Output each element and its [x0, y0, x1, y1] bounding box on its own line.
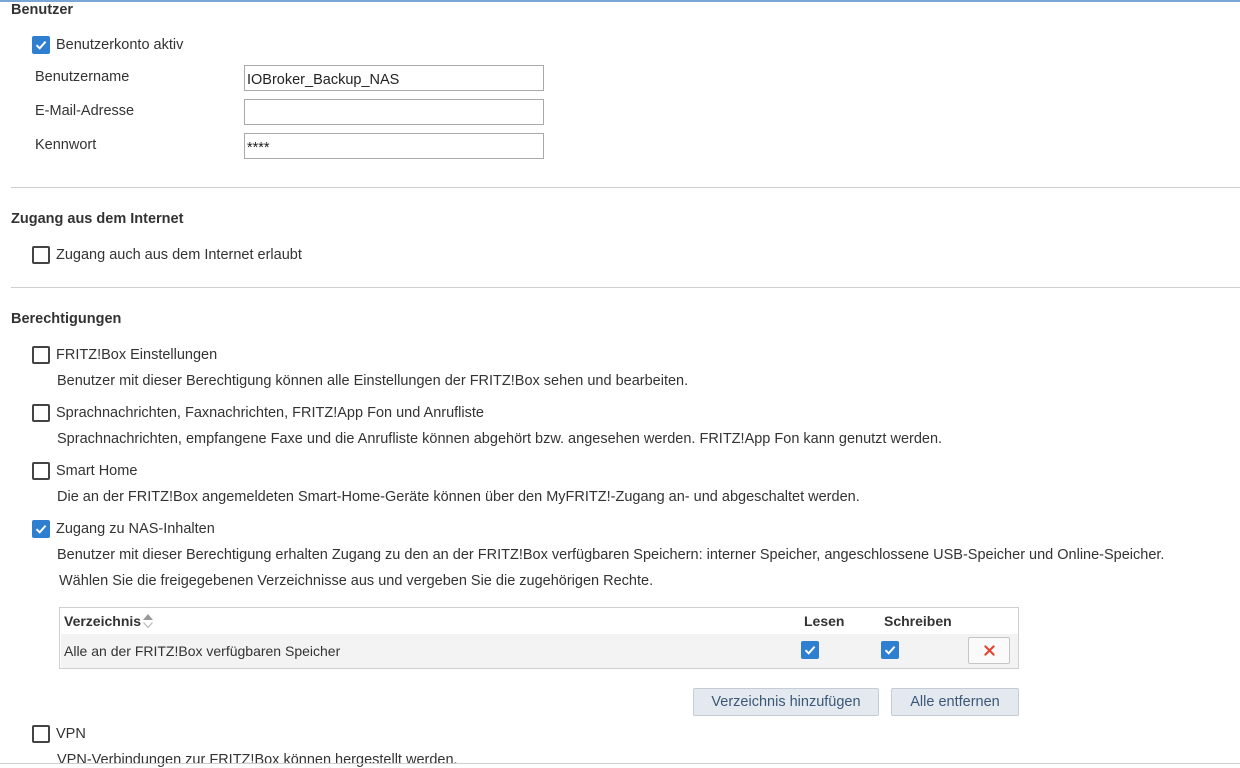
section-title-user: Benutzer: [11, 2, 74, 18]
read-permission-checkbox[interactable]: [801, 641, 819, 659]
column-header-read: Lesen: [804, 613, 845, 629]
permission-label: VPN: [56, 726, 86, 742]
write-permission-checkbox[interactable]: [881, 641, 899, 659]
close-icon: [984, 645, 995, 656]
divider: [11, 187, 1240, 188]
divider: [11, 287, 1240, 288]
permission-checkbox-smart-home[interactable]: [32, 462, 50, 480]
permission-checkbox-fritzbox-settings[interactable]: [32, 346, 50, 364]
internet-access-checkbox[interactable]: [32, 246, 50, 264]
username-label: Benutzername: [35, 69, 130, 85]
section-title-internet: Zugang aus dem Internet: [11, 211, 184, 227]
sort-icon[interactable]: [142, 612, 154, 630]
permission-checkbox-voice-messages[interactable]: [32, 404, 50, 422]
permission-description: VPN-Verbindungen zur FRITZ!Box können he…: [57, 752, 458, 768]
password-field[interactable]: [244, 133, 544, 159]
column-header-write: Schreiben: [884, 613, 952, 629]
directory-cell: Alle an der FRITZ!Box verfügbaren Speich…: [64, 643, 341, 659]
checkmark-icon: [884, 645, 896, 655]
account-active-checkbox[interactable]: [32, 36, 50, 54]
checkmark-icon: [35, 524, 47, 534]
permission-description: Die an der FRITZ!Box angemeldeten Smart-…: [57, 489, 860, 505]
email-field[interactable]: [244, 99, 544, 125]
permission-checkbox-vpn[interactable]: [32, 725, 50, 743]
permission-description: Benutzer mit dieser Berechtigung können …: [57, 373, 689, 389]
delete-directory-button[interactable]: [968, 637, 1010, 664]
permission-description: Sprachnachrichten, empfangene Faxe und d…: [57, 431, 943, 447]
permission-label: Smart Home: [56, 463, 138, 479]
email-label: E-Mail-Adresse: [35, 103, 135, 119]
column-header-directory[interactable]: Verzeichnis: [64, 613, 141, 629]
permission-label: Zugang zu NAS-Inhalten: [56, 521, 215, 537]
top-accent-line: [0, 0, 1240, 2]
permission-label: FRITZ!Box Einstellungen: [56, 347, 218, 363]
permission-description-secondary: Wählen Sie die freigegebenen Verzeichnis…: [59, 573, 654, 589]
checkmark-icon: [804, 645, 816, 655]
permission-description: Benutzer mit dieser Berechtigung erhalte…: [57, 547, 1165, 563]
add-directory-button[interactable]: Verzeichnis hinzufügen: [693, 688, 879, 716]
section-title-permissions: Berechtigungen: [11, 311, 122, 327]
password-label: Kennwort: [35, 137, 97, 153]
username-field[interactable]: [244, 65, 544, 91]
nas-directory-table: [59, 607, 1019, 669]
bottom-border: [0, 763, 1240, 764]
checkmark-icon: [35, 40, 47, 50]
permission-label: Sprachnachrichten, Faxnachrichten, FRITZ…: [56, 405, 484, 421]
remove-all-button[interactable]: Alle entfernen: [891, 688, 1019, 716]
internet-access-label: Zugang auch aus dem Internet erlaubt: [56, 247, 302, 263]
account-active-label: Benutzerkonto aktiv: [56, 37, 184, 53]
permission-checkbox-nas-access[interactable]: [32, 520, 50, 538]
